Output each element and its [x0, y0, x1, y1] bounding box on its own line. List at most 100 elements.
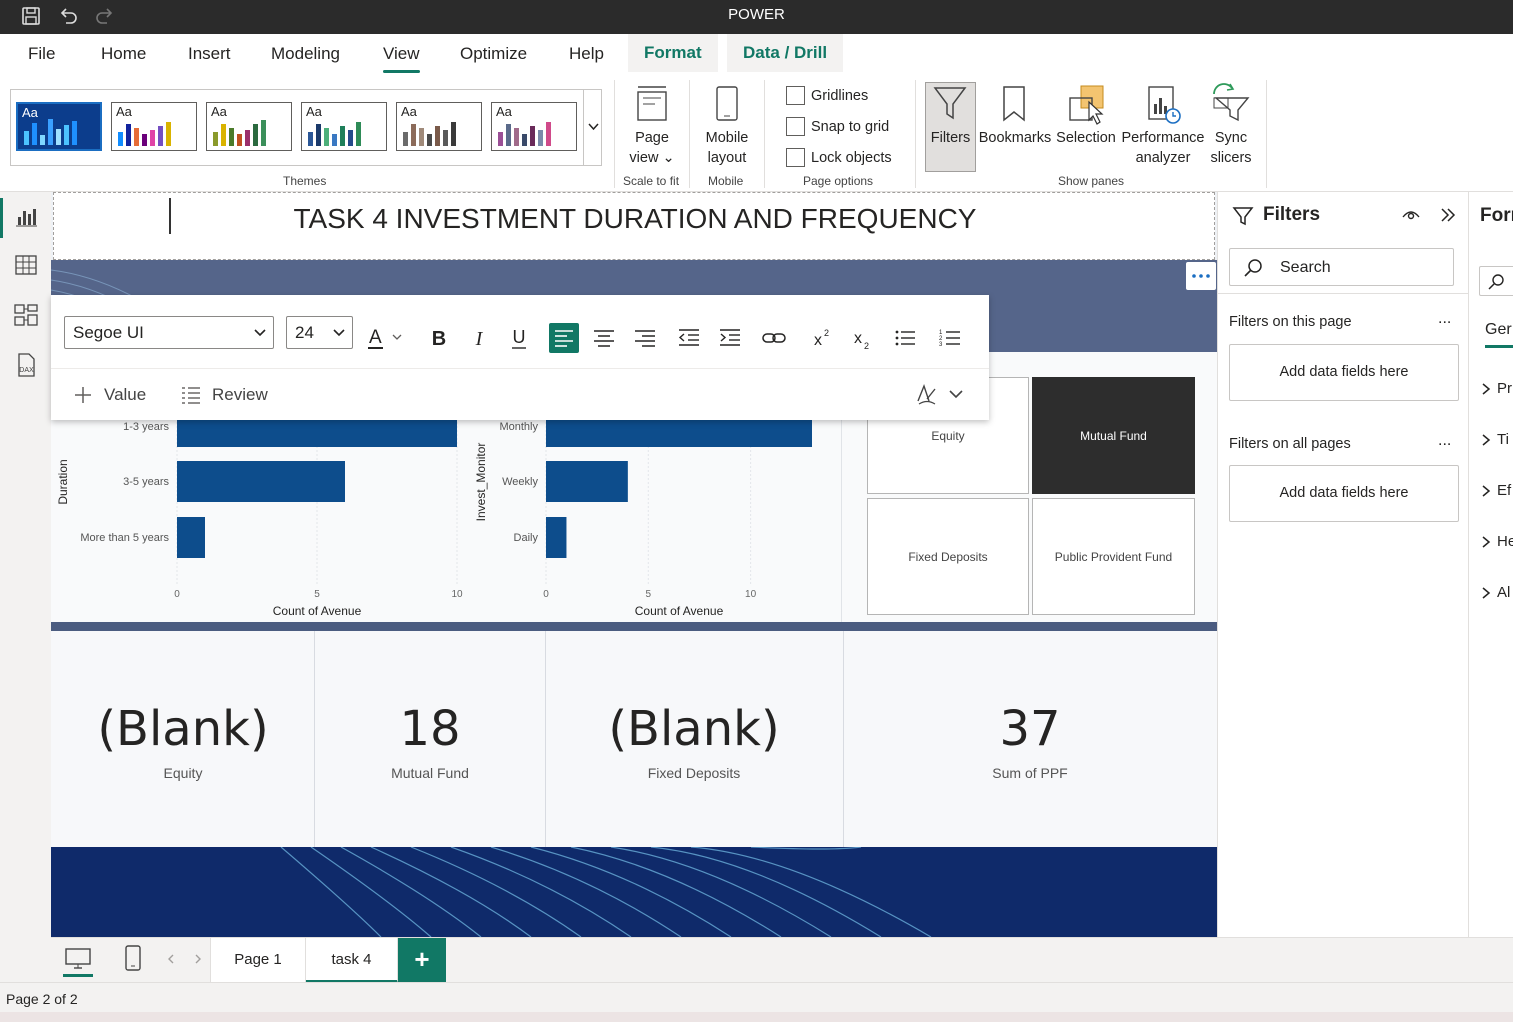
collapse-pane-icon[interactable] — [1438, 205, 1458, 225]
selection-button[interactable]: Selection — [1055, 128, 1117, 148]
link-icon[interactable] — [759, 323, 789, 353]
chevron-right-icon[interactable] — [192, 952, 204, 966]
page-tab-task-4[interactable]: task 4 — [306, 938, 398, 983]
tab-modeling[interactable]: Modeling — [271, 44, 340, 64]
report-view-icon[interactable] — [13, 203, 39, 229]
filters-search-input[interactable]: Search — [1229, 248, 1454, 286]
filter-icon — [931, 84, 969, 124]
bookmark-icon[interactable] — [1000, 84, 1028, 124]
theme-swatch-2[interactable]: Aa — [111, 102, 197, 151]
decrease-indent-button[interactable] — [674, 323, 704, 353]
format-section-4[interactable]: He — [1481, 533, 1513, 550]
category-label: 1-3 years — [123, 421, 169, 433]
page-view-icon[interactable] — [633, 84, 671, 124]
more-options-icon[interactable]: ... — [1438, 310, 1451, 328]
subscript-button[interactable]: x2 — [846, 323, 876, 353]
font-size-select[interactable]: 24 — [286, 316, 353, 349]
slicer-tile-fixed-deposits[interactable]: Fixed Deposits — [867, 498, 1029, 615]
tab-view[interactable]: View — [383, 44, 420, 73]
more-options-icon[interactable]: ... — [1438, 432, 1451, 450]
underline-button[interactable]: U — [504, 323, 534, 353]
chart-bar[interactable] — [546, 461, 628, 502]
format-section-label: Ef — [1497, 482, 1512, 499]
page-tab-page-1[interactable]: Page 1 — [210, 938, 306, 983]
all-pages-filter-drop-zone[interactable]: Add data fields here — [1229, 465, 1459, 522]
align-left-button[interactable] — [549, 323, 579, 353]
tab-home[interactable]: Home — [101, 44, 146, 64]
tab-insert[interactable]: Insert — [188, 44, 231, 64]
chevron-down-icon[interactable] — [948, 387, 964, 401]
align-center-button[interactable] — [589, 323, 619, 353]
font-color-button[interactable]: A — [361, 323, 407, 353]
sync-slicers-button[interactable]: Sync slicers — [1205, 128, 1257, 168]
format-section-2[interactable]: Ti — [1481, 431, 1509, 448]
increase-indent-button[interactable] — [715, 323, 745, 353]
bookmarks-button[interactable]: Bookmarks — [978, 128, 1052, 148]
chevron-left-icon[interactable] — [165, 952, 177, 966]
more-options-button[interactable] — [1186, 262, 1216, 290]
mobile-layout-button[interactable]: Mobile layout — [700, 128, 754, 168]
tab-format[interactable]: Format — [628, 34, 718, 72]
font-family-select[interactable]: Segoe UI — [64, 316, 274, 349]
lock-objects-checkbox[interactable] — [786, 148, 805, 167]
numbered-list-button[interactable]: 123 — [935, 323, 965, 353]
format-section-5[interactable]: Al — [1481, 584, 1510, 601]
snap-to-grid-checkbox[interactable] — [786, 117, 805, 136]
dax-query-view-icon[interactable]: DAX — [13, 352, 39, 378]
table-view-icon[interactable] — [13, 252, 39, 278]
sync-slicers-icon[interactable] — [1210, 82, 1252, 126]
tab-data-drill[interactable]: Data / Drill — [727, 34, 844, 72]
gridlines-checkbox[interactable] — [786, 86, 805, 105]
performance-analyzer-button[interactable]: Performance analyzer — [1120, 128, 1206, 168]
text-format-toolbar: Segoe UI 24 A B I U x2 x2 123 Value Revi… — [51, 295, 989, 420]
tab-file[interactable]: File — [28, 44, 55, 64]
add-page-button[interactable]: + — [398, 938, 446, 983]
eye-icon[interactable] — [1401, 205, 1421, 225]
desktop-view-icon[interactable] — [63, 944, 93, 974]
format-section-3[interactable]: Ef — [1481, 482, 1511, 499]
text-style-icon[interactable] — [915, 381, 939, 407]
slicer-tile-ppf[interactable]: Public Provident Fund — [1032, 498, 1195, 615]
align-right-button[interactable] — [630, 323, 660, 353]
phone-view-icon[interactable] — [121, 943, 145, 973]
italic-button[interactable]: I — [464, 323, 494, 353]
format-section-1[interactable]: Pr — [1481, 380, 1512, 397]
bulleted-list-button[interactable] — [890, 323, 920, 353]
page-filter-drop-zone[interactable]: Add data fields here — [1229, 344, 1459, 401]
tick-label: 5 — [314, 589, 320, 600]
theme-swatch-1[interactable]: Aa — [16, 102, 102, 151]
model-view-icon[interactable] — [13, 302, 39, 328]
format-search-input[interactable] — [1479, 266, 1513, 296]
themes-expand-button[interactable] — [583, 89, 602, 166]
theme-swatch-5[interactable]: Aa — [396, 102, 482, 151]
page-view-button[interactable]: Page view ⌄ — [627, 128, 677, 168]
svg-text:DAX: DAX — [19, 367, 34, 374]
superscript-button[interactable]: x2 — [806, 323, 836, 353]
selection-icon[interactable] — [1067, 84, 1107, 126]
tab-optimize[interactable]: Optimize — [460, 44, 527, 64]
chart-bar[interactable] — [546, 517, 567, 558]
chart-bar[interactable] — [177, 517, 205, 558]
format-tab-general[interactable]: Ger — [1485, 321, 1512, 339]
font-family-value: Segoe UI — [73, 323, 144, 342]
review-button[interactable]: Review — [179, 381, 299, 409]
slicer-tile-label: Mutual Fund — [1080, 428, 1147, 443]
chart-bar[interactable] — [177, 461, 345, 502]
performance-analyzer-icon[interactable] — [1145, 84, 1185, 126]
y-axis-title: Duration — [56, 459, 70, 504]
theme-swatch-4[interactable]: Aa — [301, 102, 387, 151]
slicer-tile-mutual-fund[interactable]: Mutual Fund — [1032, 377, 1195, 494]
status-bar: Page 2 of 2 — [0, 982, 1513, 1012]
theme-swatch-6[interactable]: Aa — [491, 102, 577, 151]
svg-text:2: 2 — [824, 328, 829, 338]
tab-help[interactable]: Help — [569, 44, 604, 64]
ribbon: Aa Aa Aa Aa Aa Aa Themes Page view ⌄ Sca… — [0, 74, 1513, 192]
theme-swatch-3[interactable]: Aa — [206, 102, 292, 151]
add-value-button[interactable]: Value — [71, 381, 181, 409]
page-tabs-bar: Page 1 task 4 + — [51, 937, 1513, 983]
title-textbox[interactable]: TASK 4 INVESTMENT DURATION AND FREQUENCY — [53, 192, 1215, 260]
mobile-layout-icon[interactable] — [713, 84, 741, 124]
bold-button[interactable]: B — [424, 323, 454, 353]
performance-line2: analyzer — [1135, 150, 1191, 166]
plus-icon — [75, 387, 91, 403]
